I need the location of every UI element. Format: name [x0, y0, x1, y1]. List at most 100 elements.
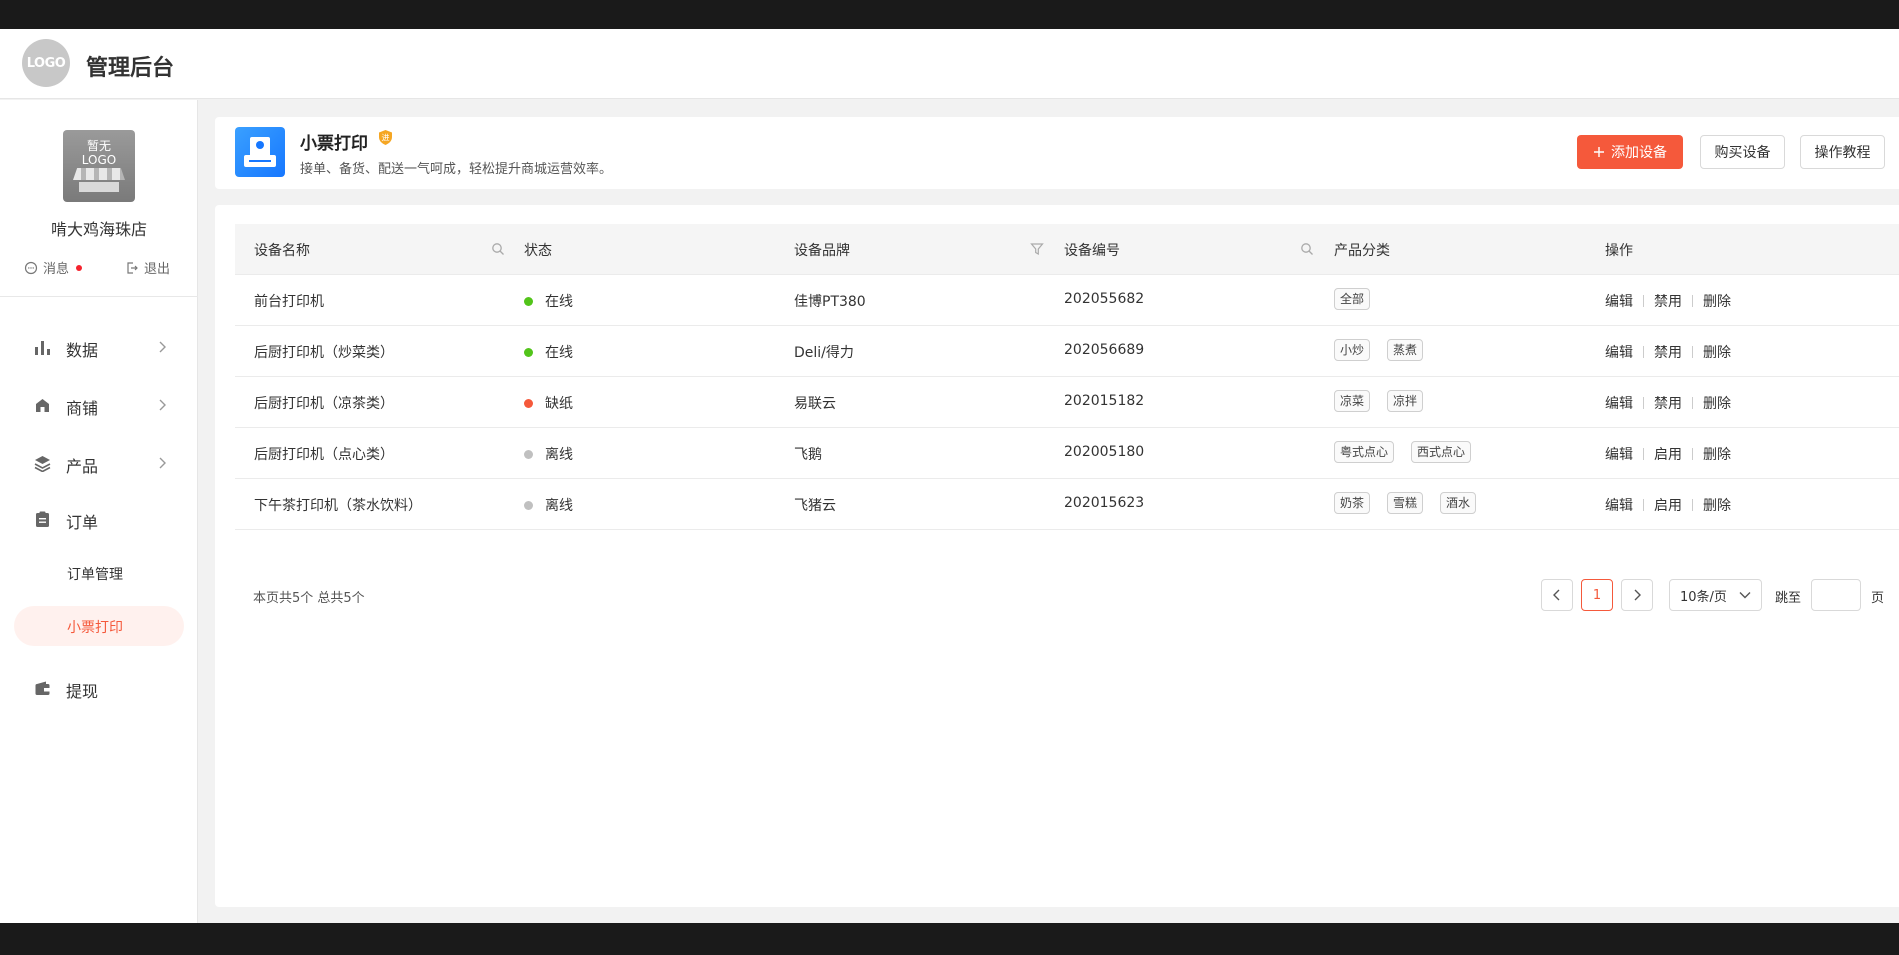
- nav-item-shop[interactable]: 商铺: [0, 385, 198, 425]
- table-row: 后厨打印机（点心类） 离线 飞鹅 202005180 粤式点心 西式点心 编辑 …: [235, 428, 1899, 479]
- category-tag: 蒸煮: [1387, 339, 1424, 361]
- sidebar-item-receipt-printing[interactable]: 小票打印: [14, 606, 184, 646]
- nav-item-order[interactable]: 订单: [0, 499, 198, 539]
- store-logo-line1: 暂无: [86, 139, 111, 153]
- column-header-actions: 操作: [1605, 243, 1633, 259]
- delete-link[interactable]: 删除: [1703, 393, 1731, 413]
- logout-icon: [127, 261, 138, 274]
- receipt-printer-icon: [235, 127, 285, 177]
- row-actions: 编辑 禁用 删除: [1605, 342, 1731, 362]
- disable-link[interactable]: 禁用: [1654, 291, 1682, 311]
- prev-page-button[interactable]: [1541, 579, 1573, 611]
- nav-item-data[interactable]: 数据: [0, 327, 198, 367]
- device-name: 后厨打印机（炒菜类）: [254, 345, 394, 361]
- table-header: 设备名称 状态 设备品牌 设备编号 产品分类 操作: [235, 224, 1899, 275]
- table-row: 前台打印机 在线 佳博PT380 202055682 全部 编辑 禁用 删除: [235, 275, 1899, 326]
- device-status: 缺纸: [545, 396, 573, 412]
- edit-link[interactable]: 编辑: [1605, 291, 1633, 311]
- table-row: 后厨打印机（炒菜类） 在线 Deli/得力 202056689 小炒 蒸煮 编辑…: [235, 326, 1899, 377]
- next-page-button[interactable]: [1621, 579, 1653, 611]
- status-dot: [524, 297, 533, 306]
- bar-chart-icon: [35, 341, 50, 355]
- nav-label-withdraw: 提现: [66, 682, 99, 701]
- device-brand: 飞鹅: [794, 447, 822, 463]
- nav-label-data: 数据: [66, 341, 99, 360]
- disable-link[interactable]: 禁用: [1654, 342, 1682, 362]
- delete-link[interactable]: 删除: [1703, 291, 1731, 311]
- enable-link[interactable]: 启用: [1654, 495, 1682, 515]
- row-actions: 编辑 启用 删除: [1605, 444, 1731, 464]
- clipboard-icon: [36, 511, 49, 527]
- store-name: 啃大鸡海珠店: [50, 220, 147, 239]
- sidebar-item-order-management[interactable]: 订单管理: [14, 553, 184, 593]
- chevron-left-icon: [1553, 589, 1560, 601]
- app-title: 管理后台: [86, 56, 175, 81]
- edit-link[interactable]: 编辑: [1605, 495, 1633, 515]
- device-brand: 飞猪云: [794, 498, 836, 514]
- delete-link[interactable]: 删除: [1703, 495, 1731, 515]
- edit-link[interactable]: 编辑: [1605, 393, 1633, 413]
- jump-page-input[interactable]: [1811, 579, 1861, 611]
- row-actions: 编辑 禁用 删除: [1605, 393, 1731, 413]
- column-header-code: 设备编号: [1064, 243, 1120, 259]
- category-tag: 凉菜: [1334, 390, 1371, 412]
- messages-label: 消息: [43, 262, 70, 277]
- row-actions: 编辑 禁用 删除: [1605, 291, 1731, 311]
- category-tag: 小炒: [1334, 339, 1371, 361]
- device-status: 在线: [545, 345, 573, 361]
- category-tag: 西式点心: [1411, 441, 1472, 463]
- nav-item-withdraw[interactable]: 提现: [0, 668, 198, 708]
- delete-link[interactable]: 删除: [1703, 444, 1731, 464]
- category-tags: 凉菜 凉拌: [1334, 390, 1424, 412]
- device-brand: 佳博PT380: [794, 294, 866, 310]
- sub-label-receipt-printing: 小票打印: [67, 620, 123, 636]
- delete-link[interactable]: 删除: [1703, 342, 1731, 362]
- device-code: 202055682: [1064, 291, 1145, 307]
- edit-link[interactable]: 编辑: [1605, 444, 1633, 464]
- shop-awning-icon: [73, 168, 125, 194]
- layers-icon: [34, 456, 51, 472]
- store-actions: 消息 退出: [0, 258, 198, 278]
- tutorial-button[interactable]: 操作教程: [1800, 135, 1885, 169]
- logout-label: 退出: [144, 262, 171, 277]
- app-window: LOGO 管理后台 暂无 LOGO 啃大鸡海珠店 消息 退出 数据 商铺 产品 …: [0, 29, 1899, 923]
- enable-link[interactable]: 启用: [1654, 444, 1682, 464]
- page-title: 小票打印: [300, 134, 368, 154]
- device-name: 后厨打印机（凉茶类）: [254, 396, 394, 412]
- messages-link[interactable]: 消息: [24, 258, 83, 277]
- page-description: 接单、备货、配送一气呵成，轻松提升商城运营效率。: [300, 162, 613, 177]
- nav-label-order: 订单: [66, 513, 99, 532]
- filter-icon[interactable]: [1030, 242, 1044, 256]
- category-tag: 奶茶: [1334, 492, 1371, 514]
- disable-link[interactable]: 禁用: [1654, 393, 1682, 413]
- category-tags: 小炒 蒸煮: [1334, 339, 1424, 361]
- app-logo: LOGO: [22, 39, 70, 87]
- edit-link[interactable]: 编辑: [1605, 342, 1633, 362]
- message-icon: [24, 261, 38, 274]
- status-dot: [524, 348, 533, 357]
- device-table: 设备名称 状态 设备品牌 设备编号 产品分类 操作 前台打印机 在线 佳博PT3…: [235, 224, 1899, 530]
- sub-label-order-management: 订单管理: [67, 567, 123, 583]
- chevron-right-icon: [1634, 589, 1641, 601]
- category-tags: 奶茶 雪糕 酒水: [1334, 492, 1477, 514]
- top-header: LOGO 管理后台: [0, 29, 1899, 99]
- page-number-button[interactable]: 1: [1581, 579, 1613, 611]
- nav-item-product[interactable]: 产品: [0, 443, 198, 483]
- device-code: 202005180: [1064, 444, 1145, 460]
- status-dot: [524, 501, 533, 510]
- search-icon[interactable]: [491, 242, 505, 256]
- buy-device-button[interactable]: 购买设备: [1700, 135, 1785, 169]
- wallet-icon: [35, 681, 50, 695]
- nav-label-product: 产品: [66, 457, 99, 476]
- add-device-button[interactable]: 添加设备: [1577, 135, 1683, 169]
- category-tag: 粤式点心: [1334, 441, 1395, 463]
- page-size-select[interactable]: 10条/页: [1669, 579, 1762, 611]
- status-dot: [524, 450, 533, 459]
- shop-icon: [36, 399, 49, 412]
- page-summary: 本页共5个 总共5个: [253, 591, 365, 606]
- logout-link[interactable]: 退出: [125, 258, 170, 277]
- status-dot: [524, 399, 533, 408]
- device-name: 下午茶打印机（茶水饮料）: [254, 498, 422, 514]
- device-status: 在线: [545, 294, 573, 310]
- search-icon[interactable]: [1300, 242, 1314, 256]
